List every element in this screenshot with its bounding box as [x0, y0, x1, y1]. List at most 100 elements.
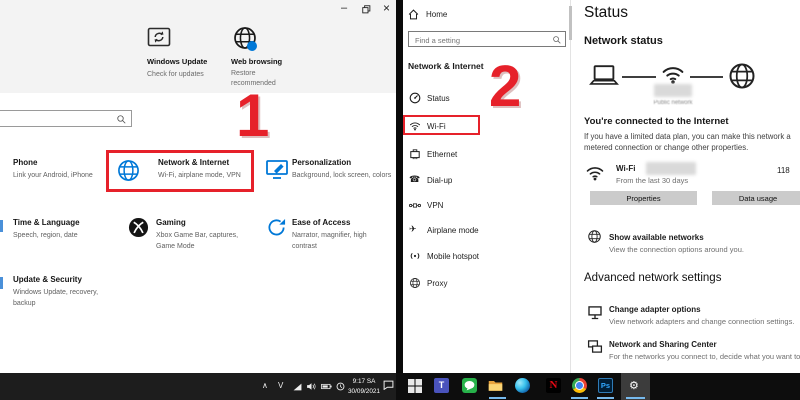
action-center-icon[interactable] [383, 380, 394, 390]
laptop-icon [589, 63, 619, 88]
category-gaming[interactable]: Gaming [156, 218, 186, 227]
settings-home-header: – × Windows Update Check for updates Web… [0, 0, 396, 93]
running-app-indicator [626, 397, 645, 399]
tray-sync-icon[interactable] [336, 382, 345, 391]
sidebar-item-dialup[interactable]: Dial-up [427, 176, 452, 185]
hotspot-icon [409, 250, 421, 262]
category-gaming-subtitle: Xbox Game Bar, captures, Game Mode [156, 231, 258, 252]
running-app-indicator [489, 397, 506, 399]
quick-action-web-browsing[interactable]: Web browsing [231, 57, 282, 66]
find-setting-search-box[interactable] [408, 31, 566, 47]
sidebar-content-divider [570, 0, 571, 373]
show-available-networks-link[interactable]: Show available networks [609, 233, 704, 242]
sidebar-item-status[interactable]: Status [427, 94, 450, 103]
tray-network-signal-icon[interactable] [293, 383, 302, 391]
browser-app-icon[interactable] [572, 378, 587, 393]
category-update-security[interactable]: Update & Security [13, 275, 82, 284]
network-caption: Public network [646, 100, 700, 106]
change-adapter-options-subtitle: View network adapters and change connect… [609, 317, 794, 328]
network-sharing-center-subtitle: For the networks you connect to, decide … [609, 352, 800, 363]
settings-gear-icon[interactable]: ⚙ [629, 379, 639, 392]
data-usage-value: 118 [777, 166, 790, 175]
panel-divider [396, 0, 403, 373]
wifi-connection-label: Wi-Fi [616, 164, 635, 173]
category-time-language[interactable]: Time & Language [13, 218, 80, 227]
settings-search-box[interactable] [0, 110, 132, 127]
available-networks-globe-icon [587, 229, 602, 244]
restore-button[interactable] [362, 5, 371, 14]
search-icon [116, 114, 126, 124]
network-name-redacted [654, 84, 692, 97]
internet-globe-icon [727, 61, 757, 91]
quick-action-windows-update[interactable]: Windows Update [147, 57, 207, 66]
xbox-icon [128, 217, 149, 238]
windows-update-icon [147, 27, 171, 47]
page-title: Status [584, 4, 628, 22]
ease-of-access-icon [267, 218, 286, 237]
connected-body: If you have a limited data plan, you can… [584, 131, 800, 154]
properties-button[interactable]: Properties [590, 191, 697, 205]
network-settings-window: Home Network & Internet Status Wi-Fi Eth… [403, 0, 800, 373]
network-sharing-center-link[interactable]: Network and Sharing Center [609, 340, 717, 349]
chat-bubble-icon [463, 379, 476, 392]
category-ease-of-access-subtitle: Narrator, magnifier, high contrast [292, 231, 384, 252]
teams-app-icon[interactable]: T [434, 378, 449, 393]
running-app-indicator [597, 397, 614, 399]
photoshop-app-icon[interactable]: Ps [598, 378, 613, 393]
minimize-button[interactable]: – [341, 2, 347, 14]
show-available-networks-subtitle: View the connection options around you. [609, 245, 744, 256]
search-icon [552, 35, 561, 44]
proxy-icon [409, 277, 421, 289]
close-button[interactable]: × [383, 1, 390, 15]
personalization-icon [265, 159, 289, 179]
sidebar-item-proxy[interactable]: Proxy [427, 279, 447, 288]
web-browsing-badge [247, 41, 257, 51]
category-time-language-subtitle: Speech, region, date [13, 231, 78, 242]
category-phone[interactable]: Phone [13, 158, 37, 167]
home-icon [408, 9, 419, 20]
annotation-box-step-1 [106, 150, 254, 192]
sidebar-item-home[interactable]: Home [426, 10, 447, 19]
chat-app-icon[interactable] [462, 378, 477, 393]
vpn-icon [409, 201, 421, 210]
change-adapter-icon [587, 305, 603, 320]
sidebar-item-vpn[interactable]: VPN [427, 201, 443, 210]
running-app-indicator [571, 397, 588, 399]
data-usage-button[interactable]: Data usage [712, 191, 800, 205]
start-button-windows-icon[interactable] [408, 379, 422, 393]
airplane-icon: ✈ [409, 224, 417, 235]
sidebar-item-airplane-mode[interactable]: Airplane mode [427, 226, 479, 235]
netflix-app-icon[interactable]: N [546, 378, 561, 393]
taskbar-clock[interactable]: 9:17 SA 30/09/2021 [346, 377, 382, 397]
advanced-settings-heading: Advanced network settings [584, 272, 721, 284]
sharing-center-icon [587, 339, 603, 354]
wifi-period-label: From the last 30 days [616, 176, 688, 187]
clock-time: 9:17 SA [346, 377, 382, 387]
sidebar-section-header: Network & Internet [408, 61, 484, 71]
tray-v-app-icon[interactable]: V [278, 381, 283, 390]
network-status-heading: Network status [584, 35, 663, 47]
wifi-name-redacted [646, 162, 696, 175]
tray-speaker-icon[interactable] [306, 382, 317, 391]
change-adapter-options-link[interactable]: Change adapter options [609, 305, 701, 314]
annotation-box-step-2 [403, 115, 480, 135]
annotation-number-2: 2 [489, 58, 521, 116]
sidebar-item-ethernet[interactable]: Ethernet [427, 150, 457, 159]
settings-search-input[interactable] [0, 112, 111, 127]
category-ease-of-access[interactable]: Ease of Access [292, 218, 350, 227]
wifi-icon [584, 163, 606, 183]
dialup-icon: ☎ [409, 174, 420, 185]
edge-browser-icon[interactable] [515, 378, 530, 393]
screenshot-stage: – × Windows Update Check for updates Web… [0, 0, 800, 400]
sidebar-item-mobile-hotspot[interactable]: Mobile hotspot [427, 252, 479, 261]
ethernet-icon [409, 148, 421, 160]
status-icon [409, 92, 421, 104]
scrollbar-thumb[interactable] [569, 6, 572, 40]
category-personalization[interactable]: Personalization [292, 158, 351, 167]
diagram-line [622, 76, 656, 78]
clock-date: 30/09/2021 [346, 387, 382, 397]
tray-chevron-up-icon[interactable]: ∧ [262, 381, 268, 390]
find-setting-input[interactable] [413, 33, 551, 47]
file-explorer-icon[interactable] [488, 378, 503, 393]
tray-battery-icon[interactable] [321, 383, 332, 390]
